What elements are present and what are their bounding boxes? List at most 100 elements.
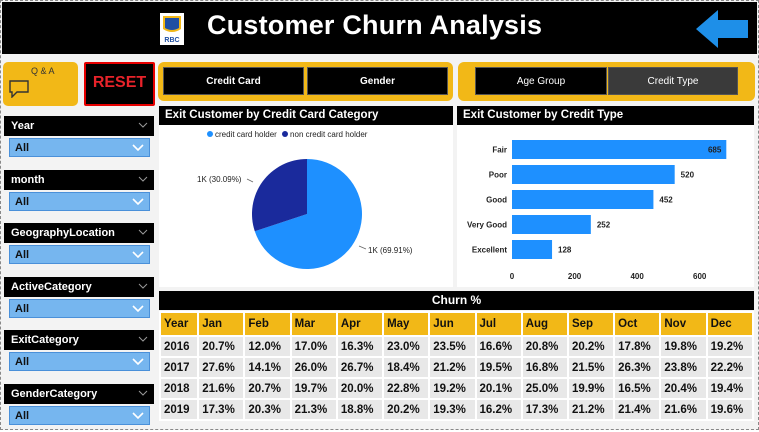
churn-value-cell: 14.1%: [245, 358, 290, 377]
churn-value-cell: 16.3%: [337, 337, 383, 356]
pie-chart-panel: Exit Customer by Credit Card Category cr…: [159, 106, 453, 287]
slicer-exit-label: ExitCategory: [11, 334, 79, 346]
qa-label: Q & A: [31, 66, 55, 76]
churn-row: 2018 21.6% 20.7% 19.7% 20.0% 22.8% 19.2% 20.1% 2…: [161, 379, 752, 398]
bar-category-label: Excellent: [472, 246, 507, 255]
churn-year-cell: 2018: [161, 379, 198, 398]
slicer-active-label: ActiveCategory: [11, 281, 92, 293]
qa-button[interactable]: Q & A: [3, 62, 78, 106]
bar-category-label: Poor: [489, 171, 507, 180]
churn-header-cell: Mar: [291, 313, 336, 335]
churn-header-cell: Jan: [199, 313, 244, 335]
churn-value-cell: 21.3%: [291, 400, 336, 419]
bar-good[interactable]: [512, 190, 654, 209]
churn-value-cell: 19.2%: [430, 379, 475, 398]
churn-header-row: Year Jan Feb Mar Apr May Jun Jul Aug Sep Oct Nov Dec: [161, 313, 752, 335]
bar-axis-tick: 400: [630, 272, 644, 281]
tab-age-group[interactable]: Age Group: [475, 67, 607, 95]
churn-value-cell: 19.2%: [707, 337, 752, 356]
slicer-active-header: ActiveCategory: [4, 277, 154, 297]
churn-value-cell: 16.6%: [476, 337, 521, 356]
chevron-down-icon[interactable]: [138, 281, 148, 291]
slicer-exit-header: ExitCategory: [4, 330, 154, 350]
slicer-year-label: Year: [11, 120, 35, 132]
churn-value-cell: 20.2%: [568, 337, 614, 356]
churn-value-cell: 19.7%: [291, 379, 336, 398]
chevron-down-icon[interactable]: [138, 388, 148, 398]
churn-value-cell: 21.6%: [661, 400, 706, 419]
bar-category-label: Fair: [492, 146, 507, 155]
churn-value-cell: 20.0%: [337, 379, 383, 398]
tab-gender[interactable]: Gender: [307, 67, 448, 95]
slicer-gender-value: All: [15, 410, 30, 422]
bar-chart-panel: Exit Customer by Credit Type Fair 685 Poor…: [457, 106, 754, 287]
slicer-exit-dropdown[interactable]: All: [9, 352, 150, 371]
tab-group-left: Credit Card Gender: [158, 62, 453, 101]
bar-value-label: 520: [681, 171, 695, 180]
back-arrow-icon[interactable]: [694, 8, 750, 50]
slicer-active-dropdown[interactable]: All: [9, 299, 150, 318]
slicer-month-dropdown[interactable]: All: [9, 192, 150, 211]
slicer-gender-dropdown[interactable]: All: [9, 406, 150, 425]
churn-header-cell: Nov: [661, 313, 706, 335]
slicer-year-dropdown[interactable]: All: [9, 138, 150, 157]
reset-label: RESET: [92, 74, 147, 91]
slicer-year: Year All: [4, 116, 154, 164]
bar-axis-tick: 600: [693, 272, 707, 281]
dropdown-chevron-icon: [132, 251, 144, 259]
slicer-geography: GeographyLocation All: [4, 223, 154, 271]
tab-credit-card[interactable]: Credit Card: [163, 67, 304, 95]
churn-value-cell: 19.5%: [476, 358, 521, 377]
bar-excellent[interactable]: [512, 240, 553, 259]
churn-value-cell: 16.5%: [615, 379, 660, 398]
churn-value-cell: 22.2%: [707, 358, 752, 377]
churn-value-cell: 17.3%: [199, 400, 244, 419]
churn-table: Year Jan Feb Mar Apr May Jun Jul Aug Sep Oct Nov Dec…: [159, 311, 754, 421]
chevron-down-icon[interactable]: [138, 227, 148, 237]
churn-header-cell: Jul: [476, 313, 521, 335]
bar-chart: Fair 685 Poor 520 Good 452 Very Good 252 Excelle…: [467, 140, 727, 281]
churn-header-cell: Aug: [522, 313, 567, 335]
logo-text: RBC: [164, 37, 179, 44]
bar-very-good[interactable]: [512, 215, 591, 234]
slicer-exit-value: All: [15, 356, 30, 368]
chevron-down-icon[interactable]: [138, 334, 148, 344]
slicer-month: month All: [4, 170, 154, 218]
chevron-down-icon[interactable]: [138, 120, 148, 130]
churn-header-cell: Apr: [337, 313, 383, 335]
churn-header-cell: May: [384, 313, 429, 335]
dropdown-chevron-icon: [132, 144, 144, 152]
pie-chart: 1K (69.91%) 1K (30.09%): [197, 159, 413, 269]
churn-value-cell: 20.7%: [199, 337, 244, 356]
churn-year-cell: 2017: [161, 358, 198, 377]
slicer-geography-dropdown[interactable]: All: [9, 245, 150, 264]
chevron-down-icon[interactable]: [138, 174, 148, 184]
bar-poor[interactable]: [512, 165, 675, 184]
churn-value-cell: 26.3%: [615, 358, 660, 377]
pie-label-nonholder: 1K (30.09%): [197, 175, 242, 184]
churn-value-cell: 17.3%: [522, 400, 567, 419]
dropdown-chevron-icon: [132, 412, 144, 420]
slicer-gender: GenderCategory All: [4, 384, 154, 432]
slicer-active-value: All: [15, 303, 30, 315]
churn-year-cell: 2019: [161, 400, 198, 419]
churn-header-cell: Sep: [568, 313, 614, 335]
bar-fair[interactable]: [512, 140, 727, 159]
churn-value-cell: 26.0%: [291, 358, 336, 377]
dropdown-chevron-icon: [132, 305, 144, 313]
churn-value-cell: 16.8%: [522, 358, 567, 377]
header-bar: RBC Customer Churn Analysis: [2, 2, 757, 54]
churn-value-cell: 27.6%: [199, 358, 244, 377]
tab-credit-type[interactable]: Credit Type: [608, 67, 738, 95]
churn-value-cell: 21.2%: [568, 400, 614, 419]
slicer-month-label: month: [11, 174, 45, 186]
churn-value-cell: 20.1%: [476, 379, 521, 398]
bar-category-label: Good: [486, 196, 507, 205]
reset-button[interactable]: RESET: [84, 62, 155, 106]
rbc-logo: RBC: [160, 13, 184, 45]
pie-label-holder: 1K (69.91%): [368, 246, 413, 255]
churn-value-cell: 19.3%: [430, 400, 475, 419]
churn-value-cell: 25.0%: [522, 379, 567, 398]
churn-value-cell: 20.4%: [661, 379, 706, 398]
pie-leader-left: [246, 178, 254, 183]
